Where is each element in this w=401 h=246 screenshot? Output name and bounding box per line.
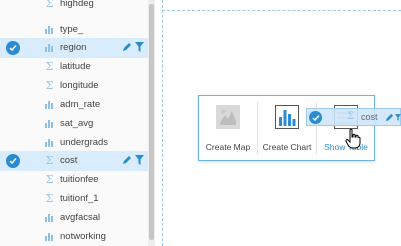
sigma-icon: Σ: [45, 0, 54, 10]
pencil-icon[interactable]: [122, 42, 132, 52]
field-label: sat_avg: [60, 118, 94, 129]
drag-ghost-label: cost: [361, 112, 378, 122]
field-row-sat-avg[interactable]: sat_avg: [0, 114, 148, 134]
bar-chart-icon: [44, 42, 55, 54]
field-label: highdeg: [60, 0, 94, 9]
field-label: latitude: [60, 61, 91, 72]
sigma-icon: Σ: [347, 111, 355, 122]
field-panel: Σ highdeg type_ region Σ latitude Σ long…: [0, 0, 148, 246]
map-icon: [216, 105, 240, 129]
field-label: undergrads: [60, 137, 109, 148]
bar-chart-icon: [44, 99, 55, 111]
canvas-border: [162, 0, 163, 246]
field-row-notworking[interactable]: notworking: [0, 227, 148, 246]
field-label: notworking: [60, 231, 106, 242]
field-row-latitude[interactable]: Σ latitude: [0, 57, 148, 77]
scrollbar-thumb[interactable]: [149, 4, 154, 240]
bar-chart-icon: [44, 231, 55, 243]
bar-chart-icon: [44, 212, 55, 224]
bar-chart-icon: [275, 105, 299, 129]
pencil-icon[interactable]: [122, 155, 132, 165]
bar-chart-icon: [44, 24, 55, 36]
field-label: longitude: [60, 80, 99, 91]
show-table-option[interactable]: Show Table: [317, 96, 375, 160]
create-map-option[interactable]: Create Map: [199, 96, 257, 160]
hand-cursor-icon: [345, 129, 361, 149]
sigma-icon: Σ: [45, 173, 54, 186]
field-label: region: [60, 42, 87, 53]
row-actions: [122, 155, 144, 165]
field-row-undergrads[interactable]: undergrads: [0, 133, 148, 153]
bar-chart-icon: [44, 118, 55, 130]
check-circle-icon[interactable]: [6, 41, 20, 55]
field-row-region[interactable]: region: [0, 38, 148, 58]
sigma-icon: Σ: [45, 154, 54, 167]
field-row-longitude[interactable]: Σ longitude: [0, 76, 148, 96]
field-label: type_: [60, 24, 84, 35]
field-row-cost[interactable]: Σ cost: [0, 151, 148, 171]
field-label: adm_rate: [60, 99, 101, 110]
filter-icon[interactable]: [135, 155, 144, 165]
create-chart-option[interactable]: Create Chart: [258, 96, 316, 160]
sigma-icon: Σ: [45, 79, 54, 92]
field-row-tuitionfee[interactable]: Σ tuitionfee: [0, 170, 148, 190]
bar-chart-icon: [44, 137, 55, 149]
sigma-icon: Σ: [45, 60, 54, 73]
filter-icon: [395, 114, 401, 121]
field-label: tuitionfee: [60, 174, 99, 185]
field-row-adm-rate[interactable]: adm_rate: [0, 95, 148, 115]
create-chart-label: Create Chart: [262, 142, 312, 152]
drag-ghost: Σ cost: [306, 108, 401, 126]
sigma-icon: Σ: [45, 192, 54, 205]
field-row-highdeg[interactable]: Σ highdeg: [0, 0, 148, 14]
field-label: tuitionf_1: [60, 193, 99, 204]
field-row-type[interactable]: type_: [0, 20, 148, 40]
field-row-avgfacsal[interactable]: avgfacsal: [0, 208, 148, 228]
check-circle-icon[interactable]: [6, 154, 20, 168]
field-label: avgfacsal: [60, 212, 101, 223]
create-map-label: Create Map: [205, 142, 251, 152]
row-actions: [122, 42, 144, 52]
drop-target-card: Create Map Create Chart Show Table: [198, 95, 375, 161]
filter-icon[interactable]: [135, 42, 144, 52]
canvas-border-top: [162, 10, 401, 11]
pencil-icon: [385, 113, 394, 122]
check-circle-icon: [309, 111, 322, 124]
field-row-tuitionf-1[interactable]: Σ tuitionf_1: [0, 189, 148, 209]
field-label: cost: [60, 155, 78, 166]
